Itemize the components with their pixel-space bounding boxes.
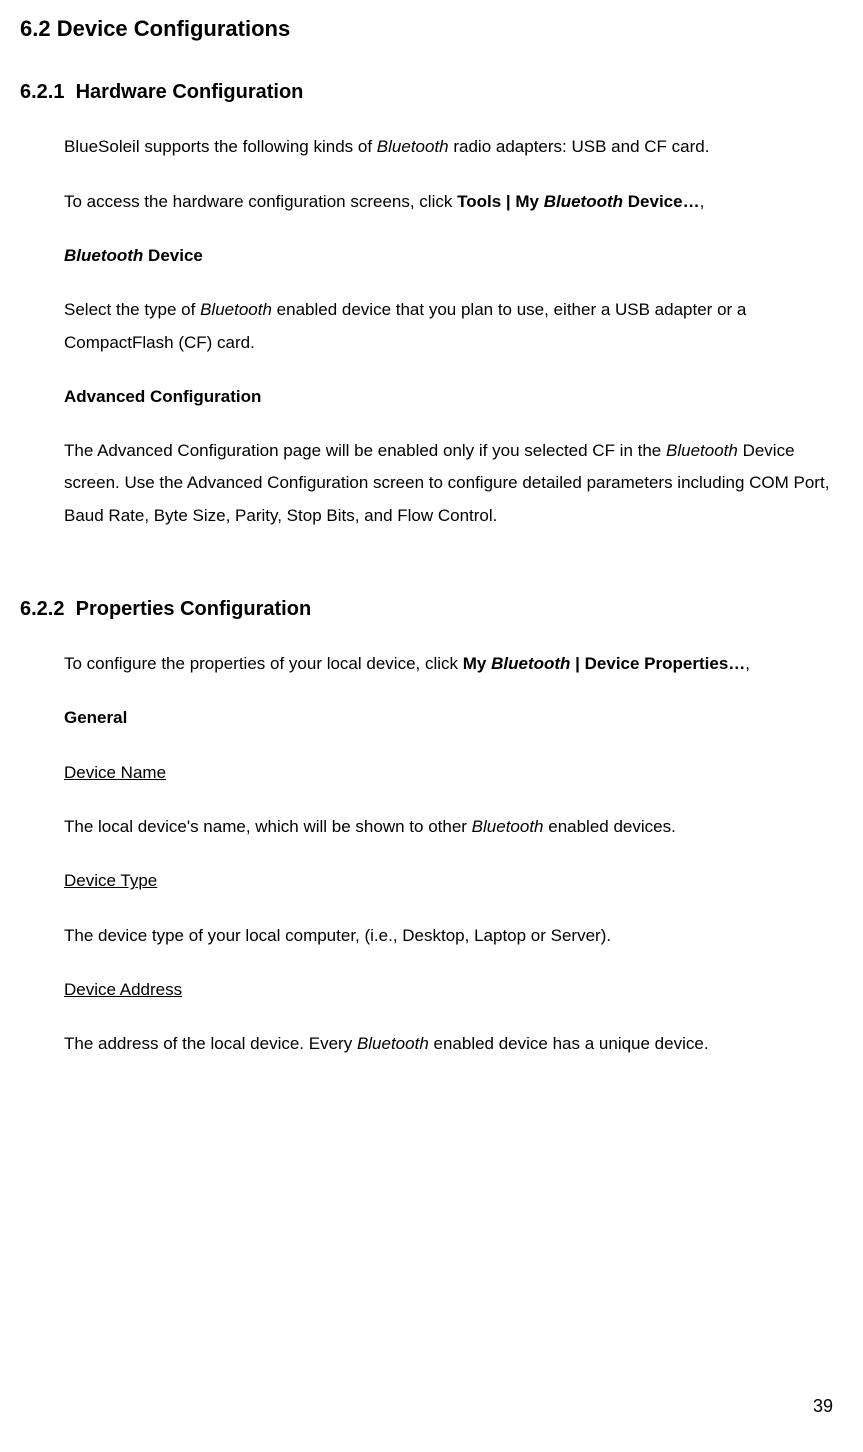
subheading-general: General: [64, 702, 843, 734]
page-number: 39: [813, 1391, 833, 1422]
paragraph: The Advanced Configuration page will be …: [64, 435, 843, 532]
item-device-address: Device Address: [64, 974, 843, 1006]
paragraph: The device type of your local computer, …: [64, 920, 843, 952]
item-device-type: Device Type: [64, 865, 843, 897]
paragraph: The local device's name, which will be s…: [64, 811, 843, 843]
heading-number: 6.2: [20, 16, 51, 41]
heading-title: Hardware Configuration: [76, 81, 304, 103]
paragraph: To access the hardware configuration scr…: [64, 186, 843, 218]
heading-title: Properties Configuration: [76, 598, 312, 620]
paragraph: Select the type of Bluetooth enabled dev…: [64, 294, 843, 359]
heading-6-2-1: 6.2.1 Hardware Configuration: [20, 75, 843, 109]
heading-title: Device Configurations: [57, 16, 290, 41]
heading-number: 6.2.2: [20, 598, 64, 620]
heading-number: 6.2.1: [20, 81, 64, 103]
item-device-name: Device Name: [64, 757, 843, 789]
paragraph: The address of the local device. Every B…: [64, 1028, 843, 1060]
paragraph: To configure the properties of your loca…: [64, 648, 843, 680]
heading-6-2-2: 6.2.2 Properties Configuration: [20, 592, 843, 626]
heading-6-2: 6.2 Device Configurations: [20, 10, 843, 47]
paragraph: BlueSoleil supports the following kinds …: [64, 131, 843, 163]
subheading-advanced-configuration: Advanced Configuration: [64, 381, 843, 413]
subheading-bluetooth-device: Bluetooth Device: [64, 240, 843, 272]
